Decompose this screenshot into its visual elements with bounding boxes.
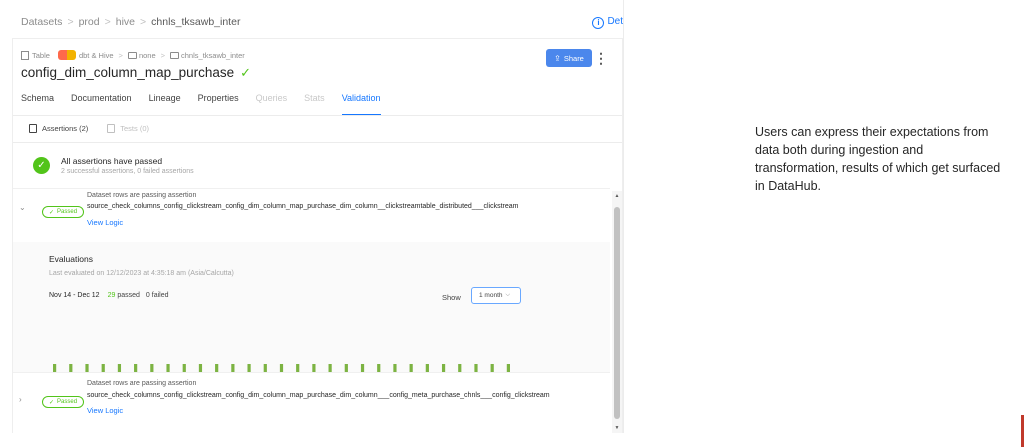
evaluation-passed-label: passed (117, 292, 140, 299)
time-range-select[interactable]: 1 month ⌵ (471, 287, 521, 304)
breadcrumb-separator: > (140, 16, 147, 28)
scroll-up-icon[interactable]: ▲ (613, 193, 621, 199)
datahub-window: Datasets > prod > hive > chnls_tksawb_inter iD… (12, 0, 624, 433)
breadcrumb: Datasets > prod > hive > chnls_tksawb_inter (21, 16, 240, 28)
entity-title-text: config_dim_column_map_purchase (21, 65, 235, 80)
view-logic-link[interactable]: View Logic (87, 406, 123, 415)
subtab-tests: Tests (0) (107, 124, 149, 133)
scroll-down-icon[interactable]: ▼ (613, 425, 621, 431)
breadcrumb-hive[interactable]: hive (116, 16, 135, 28)
page-title: config_dim_column_map_purchase ✓ (21, 65, 251, 81)
folder-icon (170, 51, 180, 59)
tests-icon (107, 124, 116, 133)
dbt-hive-logo-icon (57, 50, 76, 60)
share-icon: ⇪ (554, 53, 561, 63)
tab-lineage[interactable]: Lineage (149, 93, 181, 115)
tab-validation[interactable]: Validation (341, 93, 381, 115)
entity-platform: dbt & Hive (78, 50, 114, 60)
share-label: Share (563, 53, 584, 63)
tabs-divider (13, 115, 622, 116)
summary-subtitle: 2 successful assertions, 0 failed assert… (61, 168, 194, 175)
entity-meta: Table dbt & Hive > none > chnls_tksawb_i… (21, 50, 245, 60)
assertion-description: Dataset rows are passing assertion (87, 192, 197, 199)
summary-title: All assertions have passed (61, 156, 163, 166)
scrollbar[interactable]: ▲ ▼ (612, 191, 622, 433)
subtab-tests-label: Tests (0) (120, 124, 150, 133)
details-toggle[interactable]: i Det (592, 16, 623, 29)
evaluation-summary: Nov 14 - Dec 12 29 passed 0 failed (49, 292, 169, 299)
validation-subtabs: Assertions (2) Tests (0) (29, 124, 149, 133)
breadcrumb-separator: > (67, 16, 74, 28)
status-badge: ✓ Passed (42, 206, 85, 218)
chevron-down-icon: ⌵ (505, 292, 511, 298)
assertions-icon (29, 124, 37, 133)
success-check-icon: ✓ (33, 157, 50, 174)
view-logic-link[interactable]: View Logic (87, 218, 123, 227)
subtab-assertions-label: Assertions (2) (42, 124, 89, 133)
last-evaluated: Last evaluated on 12/12/2023 at 4:35:18 … (49, 270, 234, 277)
assertions-summary: ✓ All assertions have passed 2 successfu… (33, 156, 194, 175)
breadcrumb-datasets[interactable]: Datasets (21, 16, 62, 28)
entity-container-schema[interactable]: chnls_tksawb_inter (181, 51, 245, 60)
show-label: Show (442, 293, 461, 302)
folder-icon (127, 51, 137, 59)
subtab-assertions[interactable]: Assertions (2) (29, 124, 88, 133)
breadcrumb-separator: > (104, 16, 111, 28)
evaluations-panel: Evaluations Last evaluated on 12/12/2023… (13, 242, 610, 390)
assertion-row: › ✓ Passed Dataset rows are passing asser… (13, 372, 610, 433)
subtabs-divider (13, 142, 622, 143)
badge-check-icon: ✓ (49, 209, 55, 216)
meta-separator: > (118, 50, 123, 60)
evaluation-passed-count: 29 (107, 292, 116, 299)
evaluations-title: Evaluations (49, 254, 93, 264)
scrollbar-thumb[interactable] (614, 207, 620, 419)
more-options-icon[interactable]: ⋮ (594, 49, 608, 67)
share-button[interactable]: ⇪ Share (546, 49, 592, 67)
evaluation-failed-count: 0 failed (145, 292, 169, 299)
meta-separator: > (160, 50, 166, 60)
assertion-description: Dataset rows are passing assertion (87, 380, 197, 387)
tab-properties[interactable]: Properties (198, 93, 239, 115)
status-badge-label: Passed (57, 399, 78, 405)
badge-check-icon: ✓ (49, 399, 55, 406)
status-badge: ✓ Passed (42, 396, 85, 408)
table-icon (21, 50, 29, 60)
time-range-value: 1 month (479, 292, 503, 299)
tab-documentation[interactable]: Documentation (71, 93, 132, 115)
annotation-text: Users can express their expectations fro… (755, 125, 1001, 193)
breadcrumb-current[interactable]: chnls_tksawb_inter (151, 16, 240, 28)
details-label: Det (607, 16, 623, 27)
collapse-chevron-icon[interactable]: ⌄ (19, 203, 26, 212)
entity-type: Table (32, 50, 50, 60)
status-badge-label: Passed (57, 209, 78, 215)
info-icon: i (592, 17, 605, 29)
evaluation-date-range: Nov 14 - Dec 12 (49, 292, 100, 299)
expand-chevron-icon[interactable]: › (19, 395, 22, 404)
assertion-name: source_check_columns_config_clickstream_… (87, 203, 519, 210)
entity-card: Table dbt & Hive > none > chnls_tksawb_i… (12, 38, 623, 433)
verified-check-icon: ✓ (240, 65, 252, 80)
entity-container-none[interactable]: none (139, 51, 156, 60)
assertion-name: source_check_columns_config_clickstream_… (87, 392, 550, 399)
tab-queries: Queries (255, 93, 288, 103)
assertion-row: ⌄ ✓ Passed Dataset rows are passing asser… (13, 188, 610, 243)
tab-stats: Stats (304, 93, 325, 103)
entity-tabs: Schema Documentation Lineage Properties … (21, 93, 381, 115)
tab-schema[interactable]: Schema (21, 93, 54, 115)
breadcrumb-prod[interactable]: prod (79, 16, 100, 28)
